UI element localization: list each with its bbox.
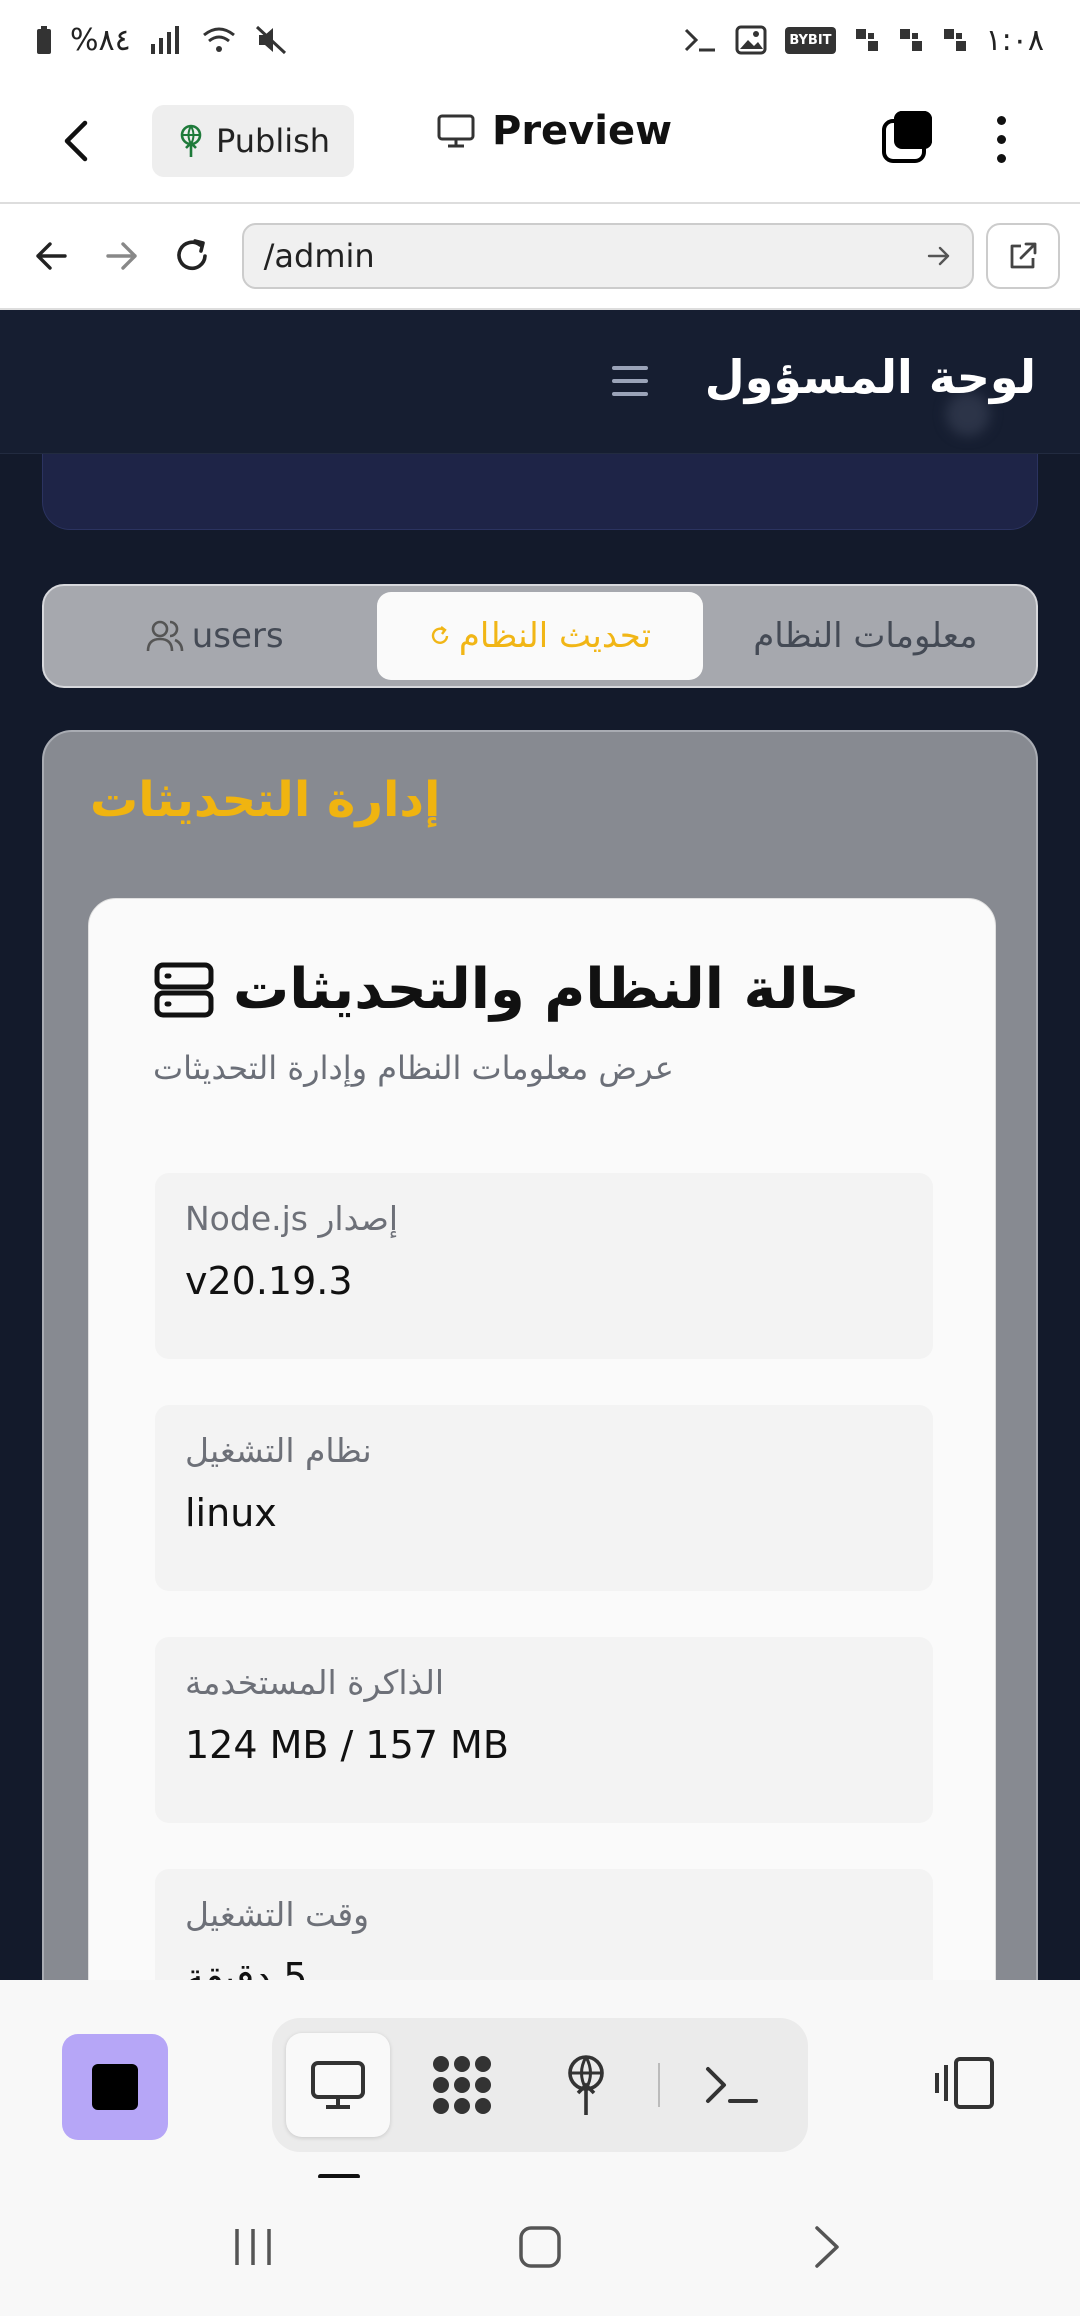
app-notification-icon <box>854 27 880 53</box>
card-subtitle: عرض معلومات النظام وإدارة التحديثات <box>153 1049 674 1087</box>
monitor-icon <box>311 2061 365 2109</box>
tab-users-label: users <box>191 616 284 656</box>
url-text: /admin <box>263 237 375 275</box>
menu-icon[interactable] <box>612 366 648 396</box>
app-notification-icon <box>898 27 924 53</box>
chevron-right-icon <box>814 2226 839 2268</box>
browser-back-button[interactable] <box>20 224 83 288</box>
info-label: الذاكرة المستخدمة <box>185 1663 445 1702</box>
gallery-notification-icon <box>735 25 767 55</box>
admin-header: لوحة المسؤول <box>0 310 1080 454</box>
admin-tabs: users تحديث النظام معلومات النظام <box>42 584 1038 688</box>
preview-label: Preview <box>492 108 673 154</box>
external-link-icon <box>1010 242 1037 269</box>
app-top-bar: Publish Preview <box>0 80 1080 202</box>
home-icon <box>519 2226 561 2268</box>
tab-system-info[interactable]: معلومات النظام <box>703 592 1028 680</box>
terminal-icon <box>706 2067 758 2103</box>
console-tool-button[interactable] <box>680 2033 784 2137</box>
chevron-left-icon <box>64 120 88 162</box>
apps-tool-button[interactable] <box>410 2033 514 2137</box>
preview-tool-button[interactable] <box>286 2033 390 2137</box>
web-preview: لوحة المسؤول users تحديث النظام معلومات … <box>0 310 1080 1980</box>
info-value: 124 MB / 157 MB <box>185 1723 509 1767</box>
section-title: إدارة التحديثات <box>90 772 441 828</box>
info-label: وقت التشغيل <box>185 1895 370 1934</box>
status-left: %٨٤ <box>36 23 287 58</box>
toolbar-divider <box>658 2063 660 2107</box>
bottom-toolbar <box>0 1980 1080 2179</box>
url-input[interactable]: /admin <box>241 223 974 289</box>
reload-icon <box>177 239 208 271</box>
tool-group <box>272 2018 808 2152</box>
tabs-icon <box>882 111 932 163</box>
system-status-card: حالة النظام والتحديثات عرض معلومات النظا… <box>88 898 996 1980</box>
app-notification-icon <box>942 27 968 53</box>
info-memory: الذاكرة المستخدمة 124 MB / 157 MB <box>155 1637 933 1823</box>
publish-tool-button[interactable] <box>534 2033 638 2137</box>
tab-users[interactable]: users <box>52 592 377 680</box>
tab-system-update[interactable]: تحديث النظام <box>377 592 703 680</box>
stop-icon <box>92 2064 138 2110</box>
admin-title: لوحة المسؤول <box>704 350 1036 404</box>
browser-forward-button[interactable] <box>91 224 154 288</box>
system-nav-bar <box>0 2178 1080 2316</box>
refresh-icon <box>431 626 449 644</box>
tabs-button[interactable] <box>880 108 936 164</box>
reload-button[interactable] <box>161 224 224 288</box>
card-header: حالة النظام والتحديثات <box>153 957 953 1022</box>
updates-section: إدارة التحديثات حالة النظام والتحديثات ع… <box>42 730 1038 1980</box>
arrow-left-icon <box>36 242 67 270</box>
tab-system-info-label: معلومات النظام <box>753 616 978 656</box>
info-label: نظام التشغيل <box>185 1431 372 1470</box>
publish-icon <box>180 124 202 157</box>
info-os: نظام التشغيل linux <box>155 1405 933 1591</box>
status-bar: %٨٤ BYBIT ١:٠٨ <box>0 0 1080 80</box>
signal-icon <box>149 26 183 54</box>
grid-dots-icon <box>433 2056 491 2114</box>
terminal-notification-icon <box>683 26 717 54</box>
clock: ١:٠٨ <box>985 22 1044 58</box>
bybit-notification-icon: BYBIT <box>785 26 836 54</box>
back-button[interactable] <box>40 106 110 176</box>
card-title: حالة النظام والتحديثات <box>233 957 860 1022</box>
tab-system-update-label: تحديث النظام <box>458 616 652 656</box>
stop-button[interactable] <box>62 2034 168 2140</box>
info-node-version: إصدار Node.js v20.19.3 <box>155 1173 933 1359</box>
info-uptime: وقت التشغيل 5 دقيقة <box>155 1869 933 1980</box>
publish-icon <box>568 2055 604 2115</box>
go-arrow-icon[interactable] <box>926 245 952 267</box>
info-value: linux <box>185 1491 277 1535</box>
open-external-button[interactable] <box>985 223 1060 289</box>
arrow-right-icon <box>106 242 137 270</box>
more-options-icon[interactable] <box>976 104 1026 174</box>
recents-button[interactable] <box>208 2202 298 2292</box>
publish-button[interactable]: Publish <box>152 105 355 177</box>
url-bar: /admin <box>0 202 1080 310</box>
server-icon <box>154 962 214 1017</box>
battery-percent: %٨٤ <box>70 22 131 58</box>
preview-selector[interactable]: Preview <box>436 108 672 154</box>
wifi-icon <box>201 25 237 55</box>
monitor-icon <box>437 114 475 148</box>
home-button[interactable] <box>495 2202 585 2292</box>
panel-toggle-button[interactable] <box>926 2038 1006 2128</box>
recents-icon <box>235 2229 272 2265</box>
info-value: 5 دقيقة <box>185 1955 308 1980</box>
info-label: إصدار Node.js <box>185 1199 399 1238</box>
status-right: BYBIT ١:٠٨ <box>683 23 1044 58</box>
publish-label: Publish <box>216 122 331 160</box>
side-panel-icon <box>935 2057 994 2109</box>
info-value: v20.19.3 <box>185 1259 353 1303</box>
mute-icon <box>255 25 287 55</box>
system-back-button[interactable] <box>782 2202 872 2292</box>
users-icon <box>146 620 184 652</box>
battery-icon <box>36 25 52 55</box>
